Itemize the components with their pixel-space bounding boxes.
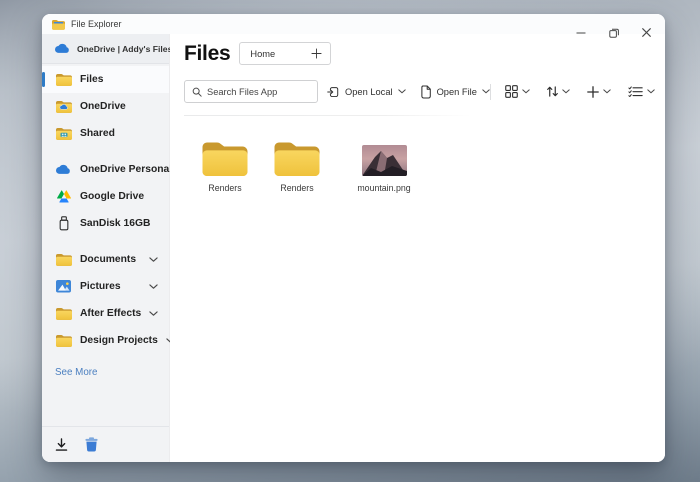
sort-button[interactable] bbox=[547, 85, 570, 98]
toolbar-separator bbox=[184, 115, 471, 116]
trash-button[interactable] bbox=[85, 437, 98, 452]
image-thumbnail bbox=[362, 140, 407, 176]
cloud-icon bbox=[55, 164, 72, 175]
chevron-down-icon[interactable] bbox=[149, 284, 158, 290]
sidebar-item-documents[interactable]: Documents bbox=[42, 246, 169, 273]
see-more-link[interactable]: See More bbox=[42, 367, 169, 378]
chevron-down-icon bbox=[647, 89, 655, 94]
chevron-down-icon bbox=[562, 89, 570, 94]
window-title: File Explorer bbox=[71, 19, 122, 29]
restore-button[interactable] bbox=[608, 27, 619, 38]
toolbar-divider bbox=[490, 84, 491, 100]
sidebar-account[interactable]: OneDrive | Addy's Files bbox=[42, 34, 169, 64]
sidebar-item-label: SanDisk 16GB bbox=[80, 218, 150, 229]
sidebar-item-google-drive[interactable]: Google Drive bbox=[42, 183, 169, 210]
search-box[interactable] bbox=[184, 80, 318, 103]
sidebar-item-label: Pictures bbox=[80, 281, 121, 292]
sidebar-item-shared[interactable]: Shared bbox=[42, 120, 169, 147]
chevron-down-icon bbox=[482, 89, 490, 94]
folder-icon bbox=[55, 334, 72, 347]
sidebar-item-label: OneDrive bbox=[80, 101, 126, 112]
usb-drive-icon bbox=[55, 216, 72, 231]
account-label: OneDrive | Addy's Files bbox=[77, 44, 172, 54]
file-name: mountain.png bbox=[357, 183, 410, 193]
close-button[interactable] bbox=[641, 27, 652, 38]
folder-tile[interactable]: Renders bbox=[189, 140, 261, 193]
open-file-label: Open File bbox=[437, 87, 477, 97]
search-input[interactable] bbox=[207, 87, 311, 97]
pictures-icon bbox=[55, 280, 72, 293]
sidebar-item-onedrive[interactable]: OneDrive bbox=[42, 93, 169, 120]
chevron-down-icon bbox=[398, 89, 406, 94]
image-tile[interactable]: mountain.png bbox=[348, 140, 420, 193]
open-file-button[interactable]: Open File bbox=[420, 85, 490, 99]
minimize-button[interactable] bbox=[575, 27, 586, 38]
grid-view-button[interactable] bbox=[505, 85, 530, 98]
chevron-down-icon bbox=[603, 89, 611, 94]
sidebar-item-label: Design Projects bbox=[80, 335, 158, 346]
toolbar: Open Local Open File bbox=[184, 80, 665, 103]
sidebar-item-after-effects[interactable]: After Effects bbox=[42, 300, 169, 327]
downloads-button[interactable] bbox=[55, 438, 68, 452]
tab-label: Home bbox=[250, 49, 275, 59]
sidebar-item-sandisk[interactable]: SanDisk 16GB bbox=[42, 210, 169, 237]
sidebar: OneDrive | Addy's Files Files bbox=[42, 34, 170, 462]
folder-icon bbox=[274, 140, 320, 176]
onedrive-cloud-icon bbox=[55, 43, 70, 54]
folder-tile[interactable]: Renders bbox=[261, 140, 333, 193]
sidebar-item-label: Google Drive bbox=[80, 191, 144, 202]
app-icon bbox=[52, 19, 65, 30]
sidebar-item-label: Shared bbox=[80, 128, 115, 139]
sidebar-item-label: OneDrive Personal bbox=[80, 164, 172, 175]
sidebar-item-files[interactable]: Files bbox=[42, 66, 169, 93]
folder-onedrive-icon bbox=[55, 100, 72, 113]
window-controls bbox=[575, 27, 652, 38]
file-name: Renders bbox=[280, 183, 313, 193]
folder-icon bbox=[55, 307, 72, 320]
add-new-button[interactable] bbox=[587, 86, 611, 98]
layout-list-button[interactable] bbox=[628, 86, 655, 97]
title-bar[interactable]: File Explorer bbox=[42, 14, 665, 34]
google-drive-icon bbox=[55, 190, 72, 203]
sidebar-item-label: Documents bbox=[80, 254, 136, 265]
folder-icon bbox=[202, 140, 248, 176]
header-row: Files Home bbox=[184, 42, 665, 65]
file-explorer-window: File Explorer OneDrive | Addy's Files bbox=[42, 14, 665, 462]
open-file-icon bbox=[420, 85, 432, 99]
sidebar-nav: Files OneDrive bbox=[42, 66, 169, 354]
new-tab-button[interactable] bbox=[311, 48, 322, 59]
file-name: Renders bbox=[208, 183, 241, 193]
tab-home[interactable]: Home bbox=[239, 42, 331, 65]
sidebar-item-label: Files bbox=[80, 74, 103, 85]
files-grid: Renders Renders bbox=[184, 140, 665, 193]
open-local-label: Open Local bbox=[345, 87, 393, 97]
folder-icon bbox=[55, 73, 72, 86]
page-title: Files bbox=[184, 42, 230, 65]
chevron-down-icon[interactable] bbox=[149, 257, 158, 263]
open-local-button[interactable]: Open Local bbox=[327, 85, 406, 99]
folder-shared-icon bbox=[55, 127, 72, 140]
chevron-down-icon bbox=[522, 89, 530, 94]
sidebar-item-onedrive-personal[interactable]: OneDrive Personal bbox=[42, 156, 169, 183]
search-icon bbox=[192, 87, 202, 97]
sidebar-item-design-projects[interactable]: Design Projects bbox=[42, 327, 169, 354]
chevron-down-icon[interactable] bbox=[149, 311, 158, 317]
open-local-icon bbox=[327, 85, 340, 99]
sidebar-bottom bbox=[42, 426, 169, 462]
view-tools bbox=[490, 84, 655, 100]
folder-icon bbox=[55, 253, 72, 266]
sidebar-item-pictures[interactable]: Pictures bbox=[42, 273, 169, 300]
sidebar-item-label: After Effects bbox=[80, 308, 141, 319]
content-area: Files Home bbox=[170, 34, 665, 462]
